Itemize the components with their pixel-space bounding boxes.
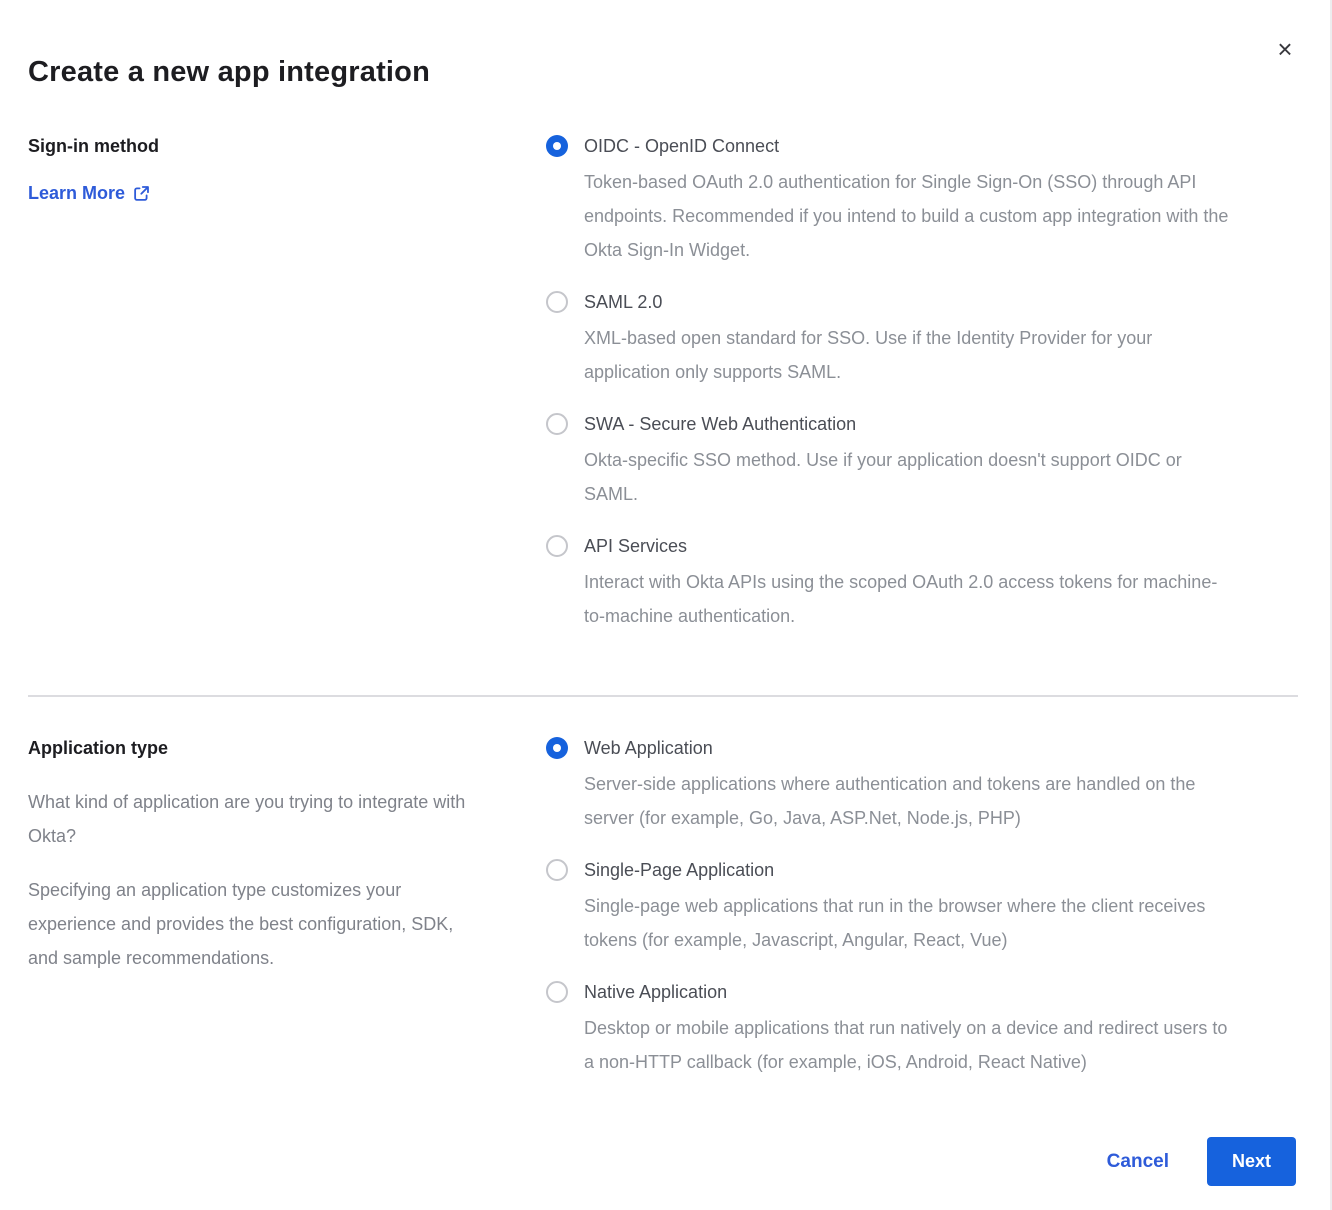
signin-method-section: Sign-in method Learn More OIDC - OpenID …	[28, 135, 1298, 633]
application-type-label: Application type	[28, 737, 546, 759]
next-button[interactable]: Next	[1207, 1137, 1296, 1186]
signin-method-left-column: Sign-in method Learn More	[28, 135, 546, 633]
radio-option-label: Native Application	[584, 981, 1234, 1003]
radio-option-label: SWA - Secure Web Authentication	[584, 413, 1234, 435]
learn-more-label: Learn More	[28, 183, 125, 204]
radio-option-description: Single-page web applications that run in…	[584, 889, 1234, 957]
radio-option-label: Web Application	[584, 737, 1234, 759]
radio-selected-icon[interactable]	[546, 135, 568, 157]
radio-unselected-icon[interactable]	[546, 859, 568, 881]
radio-option-label: SAML 2.0	[584, 291, 1234, 313]
section-divider	[28, 695, 1298, 697]
radio-option[interactable]: SWA - Secure Web Authentication Okta-spe…	[546, 413, 1298, 511]
signin-method-options: OIDC - OpenID Connect Token-based OAuth …	[546, 135, 1298, 633]
radio-option[interactable]: SAML 2.0 XML-based open standard for SSO…	[546, 291, 1298, 389]
learn-more-link[interactable]: Learn More	[28, 183, 150, 204]
page-title: Create a new app integration	[28, 56, 1298, 89]
radio-option-description: Desktop or mobile applications that run …	[584, 1011, 1234, 1079]
radio-option-description: Server-side applications where authentic…	[584, 767, 1234, 835]
radio-unselected-icon[interactable]	[546, 413, 568, 435]
radio-option[interactable]: Single-Page Application Single-page web …	[546, 859, 1298, 957]
application-type-left-column: Application type What kind of applicatio…	[28, 737, 546, 1079]
external-link-icon	[133, 185, 150, 202]
radio-unselected-icon[interactable]	[546, 535, 568, 557]
application-type-section: Application type What kind of applicatio…	[28, 737, 1298, 1079]
radio-option-description: Interact with Okta APIs using the scoped…	[584, 565, 1234, 633]
application-type-intro: What kind of application are you trying …	[28, 785, 468, 853]
radio-selected-icon[interactable]	[546, 737, 568, 759]
radio-option-label: Single-Page Application	[584, 859, 1234, 881]
create-app-integration-modal: × Create a new app integration Sign-in m…	[0, 0, 1332, 1210]
application-type-options: Web Application Server-side applications…	[546, 737, 1298, 1079]
radio-option[interactable]: Native Application Desktop or mobile app…	[546, 981, 1298, 1079]
radio-option[interactable]: API Services Interact with Okta APIs usi…	[546, 535, 1298, 633]
radio-option-description: Okta-specific SSO method. Use if your ap…	[584, 443, 1234, 511]
radio-option[interactable]: Web Application Server-side applications…	[546, 737, 1298, 835]
radio-option-description: Token-based OAuth 2.0 authentication for…	[584, 165, 1234, 267]
close-icon[interactable]: ×	[1270, 34, 1300, 64]
application-type-detail: Specifying an application type customize…	[28, 873, 468, 975]
radio-option-label: API Services	[584, 535, 1234, 557]
cancel-button[interactable]: Cancel	[1107, 1151, 1169, 1173]
radio-unselected-icon[interactable]	[546, 981, 568, 1003]
modal-footer: Cancel Next	[28, 1137, 1298, 1186]
radio-unselected-icon[interactable]	[546, 291, 568, 313]
signin-method-label: Sign-in method	[28, 135, 546, 157]
radio-option-label: OIDC - OpenID Connect	[584, 135, 1234, 157]
radio-option-description: XML-based open standard for SSO. Use if …	[584, 321, 1234, 389]
radio-option[interactable]: OIDC - OpenID Connect Token-based OAuth …	[546, 135, 1298, 267]
